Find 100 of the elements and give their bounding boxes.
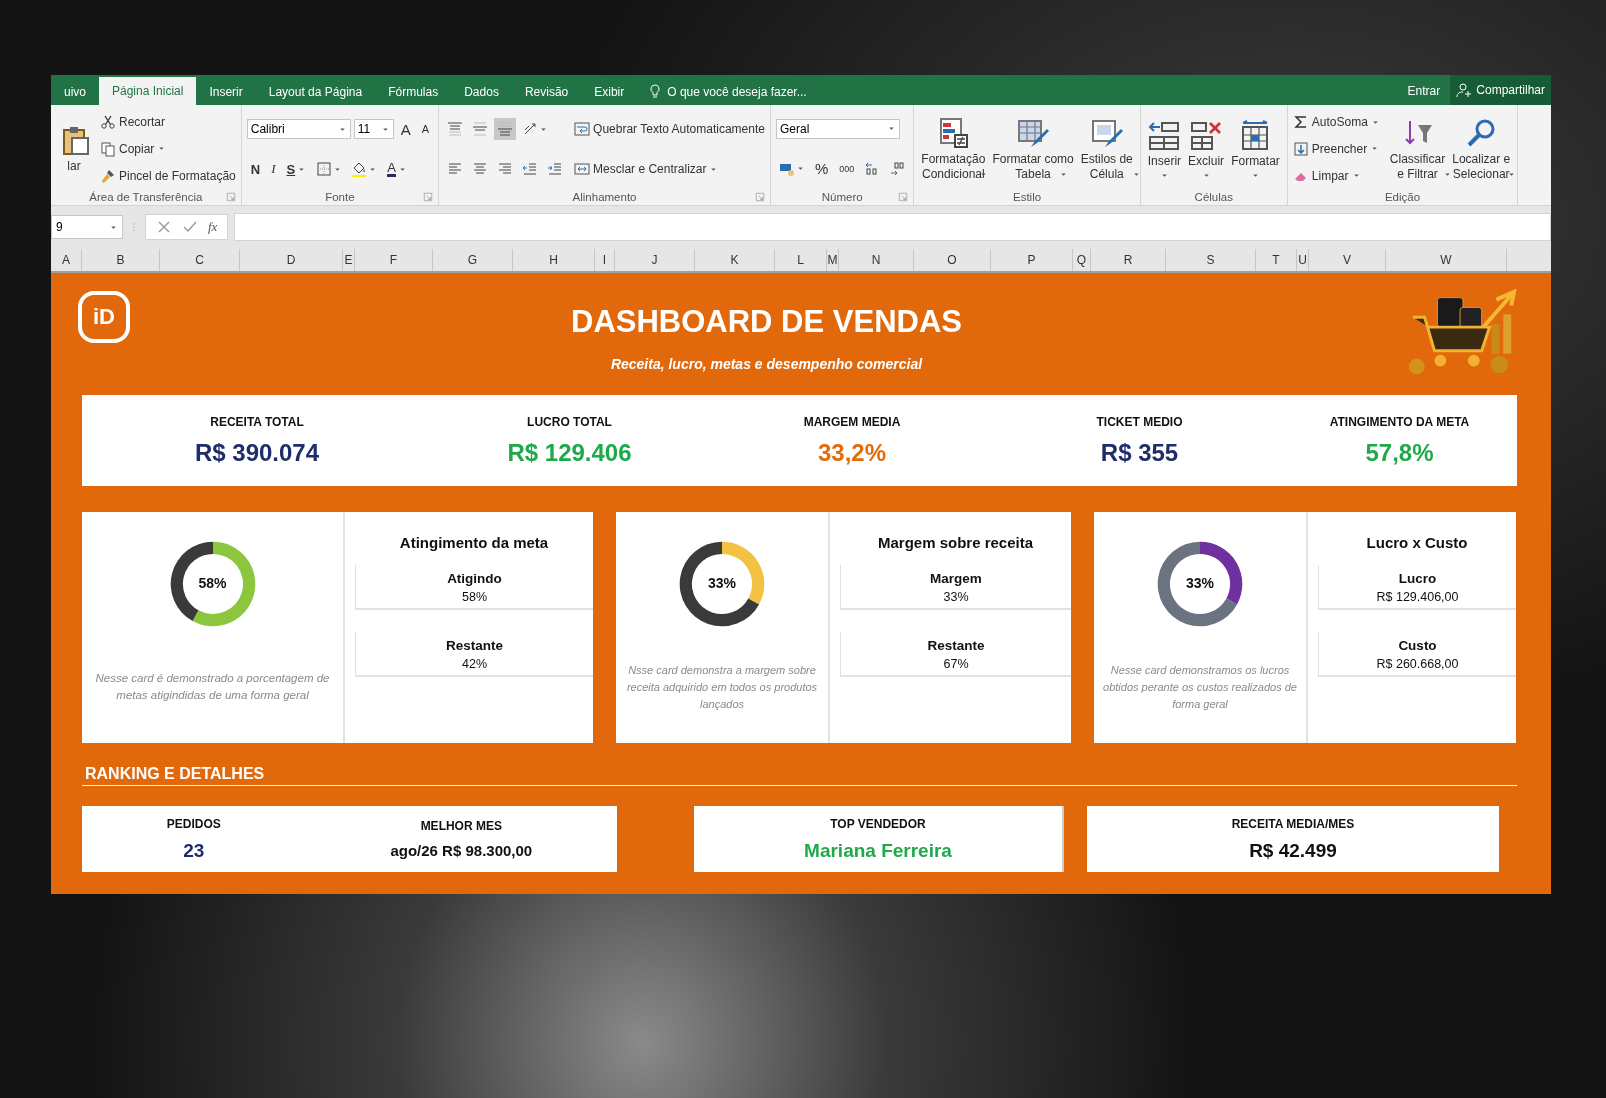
card-description: Nesse card é demonstrado a porcentagem de metas atigindidas de uma forma geral [94, 671, 331, 703]
detail-label: TOP VENDEDOR [829, 816, 927, 831]
column-header[interactable]: K [695, 249, 775, 271]
ribbon-button[interactable]: Estilos de Célula [1078, 114, 1135, 184]
close-icon [156, 219, 172, 235]
launcher-icon[interactable] [225, 192, 236, 202]
formula-input[interactable] [234, 213, 1551, 241]
ribbon-button[interactable]: Inserir [1145, 116, 1184, 182]
brush-icon [100, 167, 116, 184]
enter-button[interactable] [182, 219, 198, 235]
column-header[interactable]: G [433, 249, 513, 271]
ribbon-tab[interactable]: uivo [51, 79, 99, 105]
dropdown-field[interactable]: 11 [353, 119, 394, 139]
column-header[interactable]: E [343, 249, 355, 271]
column-header[interactable]: H [513, 249, 595, 271]
insert-function-button[interactable]: fx [208, 219, 218, 235]
dashboard-title: DASHBOARD DE VENDAS [570, 304, 963, 340]
column-header[interactable]: V [1309, 249, 1386, 271]
column-header[interactable]: W [1386, 249, 1507, 271]
column-header[interactable]: L [775, 249, 827, 271]
column-header[interactable]: N [839, 249, 914, 271]
ribbon-button[interactable]: Formatar como Tabela [990, 114, 1076, 184]
dropdown-field[interactable]: Geral [775, 118, 900, 139]
ribbon-button[interactable]: Formatar [1229, 116, 1282, 182]
ribbon-button[interactable]: Limpar [1292, 164, 1361, 187]
stat-label: Lucro [1397, 571, 1438, 586]
ribbon-button[interactable]: lar [56, 122, 92, 176]
format-button[interactable]: N [246, 158, 265, 180]
ribbon-button[interactable]: Copiar [100, 138, 167, 160]
share-button[interactable]: Compartilhar [1450, 75, 1551, 105]
format-button[interactable]: A [396, 118, 415, 140]
card-title: Atingimento da meta [398, 534, 550, 551]
group-label: Edição [1384, 191, 1421, 203]
column-header[interactable]: T [1256, 249, 1297, 271]
stat-label: Restante [445, 638, 504, 653]
sign-in-link[interactable]: Entrar [1397, 77, 1451, 105]
stat-value: R$ 260.668,00 [1375, 657, 1460, 671]
ribbon-tab[interactable]: Fórmulas [375, 79, 452, 105]
launcher-icon[interactable] [754, 192, 765, 202]
column-header[interactable]: M [827, 249, 839, 271]
column-header[interactable]: C [160, 249, 240, 271]
column-header[interactable]: R [1091, 249, 1166, 271]
launcher-icon[interactable] [898, 192, 909, 202]
format-button[interactable]: I [267, 158, 280, 180]
ribbon-tab[interactable]: Página Inicial [99, 77, 197, 105]
diagonal-arrow-icon [522, 121, 539, 137]
column-header[interactable]: P [991, 249, 1073, 271]
detail-value: Mariana Ferreira [804, 839, 952, 862]
indent-icon [547, 161, 564, 177]
name-box-field[interactable]: 9 [51, 215, 123, 239]
column-header[interactable]: J [615, 249, 695, 271]
ribbon-button[interactable]: Recortar [100, 111, 165, 134]
ribbon-button[interactable]: Mesclar e Centralizar [574, 158, 719, 180]
cancel-button[interactable] [156, 219, 172, 235]
decimal-arrow-icon [889, 160, 906, 177]
ribbon-tab[interactable]: Revisão [511, 79, 582, 105]
ribbon-tab[interactable]: Exibir [581, 79, 638, 105]
donut-center-label: 33% [1185, 575, 1215, 591]
align-left-icon [447, 161, 464, 177]
detail-label: RECEITA MEDIA/MES [1231, 816, 1355, 831]
column-header[interactable]: U [1297, 249, 1309, 271]
ribbon-tab[interactable]: Inserir [196, 79, 256, 105]
format-button[interactable]: % [810, 157, 833, 180]
column-header[interactable]: A [51, 249, 82, 271]
tell-me-search[interactable]: O que você deseja fazer... [637, 79, 817, 105]
ribbon-button[interactable]: Preencher [1292, 138, 1380, 160]
column-header[interactable]: D [240, 249, 343, 271]
ribbon-button[interactable]: Excluir [1186, 116, 1227, 182]
column-header[interactable]: I [595, 249, 615, 271]
dropdown-field[interactable]: Calibri [246, 119, 351, 139]
column-header[interactable]: O [914, 249, 991, 271]
ribbon-tab[interactable]: Dados [451, 79, 512, 105]
format-button[interactable]: S [282, 158, 311, 180]
kpi-value: R$ 390.074 [193, 438, 321, 467]
launcher-icon[interactable] [423, 192, 434, 202]
donut-center-label: 33% [707, 575, 737, 591]
align-bottom-icon [497, 121, 514, 137]
kpi-label: MARGEM MEDIA [802, 414, 902, 429]
format-button[interactable]: A [383, 158, 411, 180]
stat-label: Atigindo [446, 571, 503, 586]
ribbon-button[interactable]: Formatação Condicional [919, 114, 988, 184]
ribbon-button[interactable]: Quebrar Texto Automaticamente [574, 118, 765, 140]
ribbon-button[interactable]: AutoSoma [1292, 111, 1380, 134]
format-button[interactable]: A [417, 118, 434, 140]
stat-label: Restante [926, 638, 986, 653]
format-button[interactable]: 000 [835, 157, 859, 180]
ribbon-button[interactable]: Pincel de Formatação [100, 164, 236, 187]
column-header[interactable]: B [82, 249, 160, 271]
section-title: RANKING E DETALHES [82, 765, 1517, 786]
column-header[interactable]: F [355, 249, 433, 271]
ribbon-button[interactable]: Localizar e Selecionar [1450, 114, 1513, 184]
ribbon-tab[interactable]: Layout da Página [255, 79, 376, 105]
stat-value: 58% [461, 590, 488, 604]
paint-bucket-icon [351, 161, 368, 177]
align-center-icon [472, 161, 489, 177]
detail-label: PEDIDOS [166, 816, 221, 831]
column-header[interactable]: Q [1073, 249, 1091, 271]
column-header[interactable]: S [1166, 249, 1256, 271]
scissors-icon [100, 114, 116, 131]
ribbon-button[interactable]: Classificar e Filtrar [1387, 114, 1448, 184]
